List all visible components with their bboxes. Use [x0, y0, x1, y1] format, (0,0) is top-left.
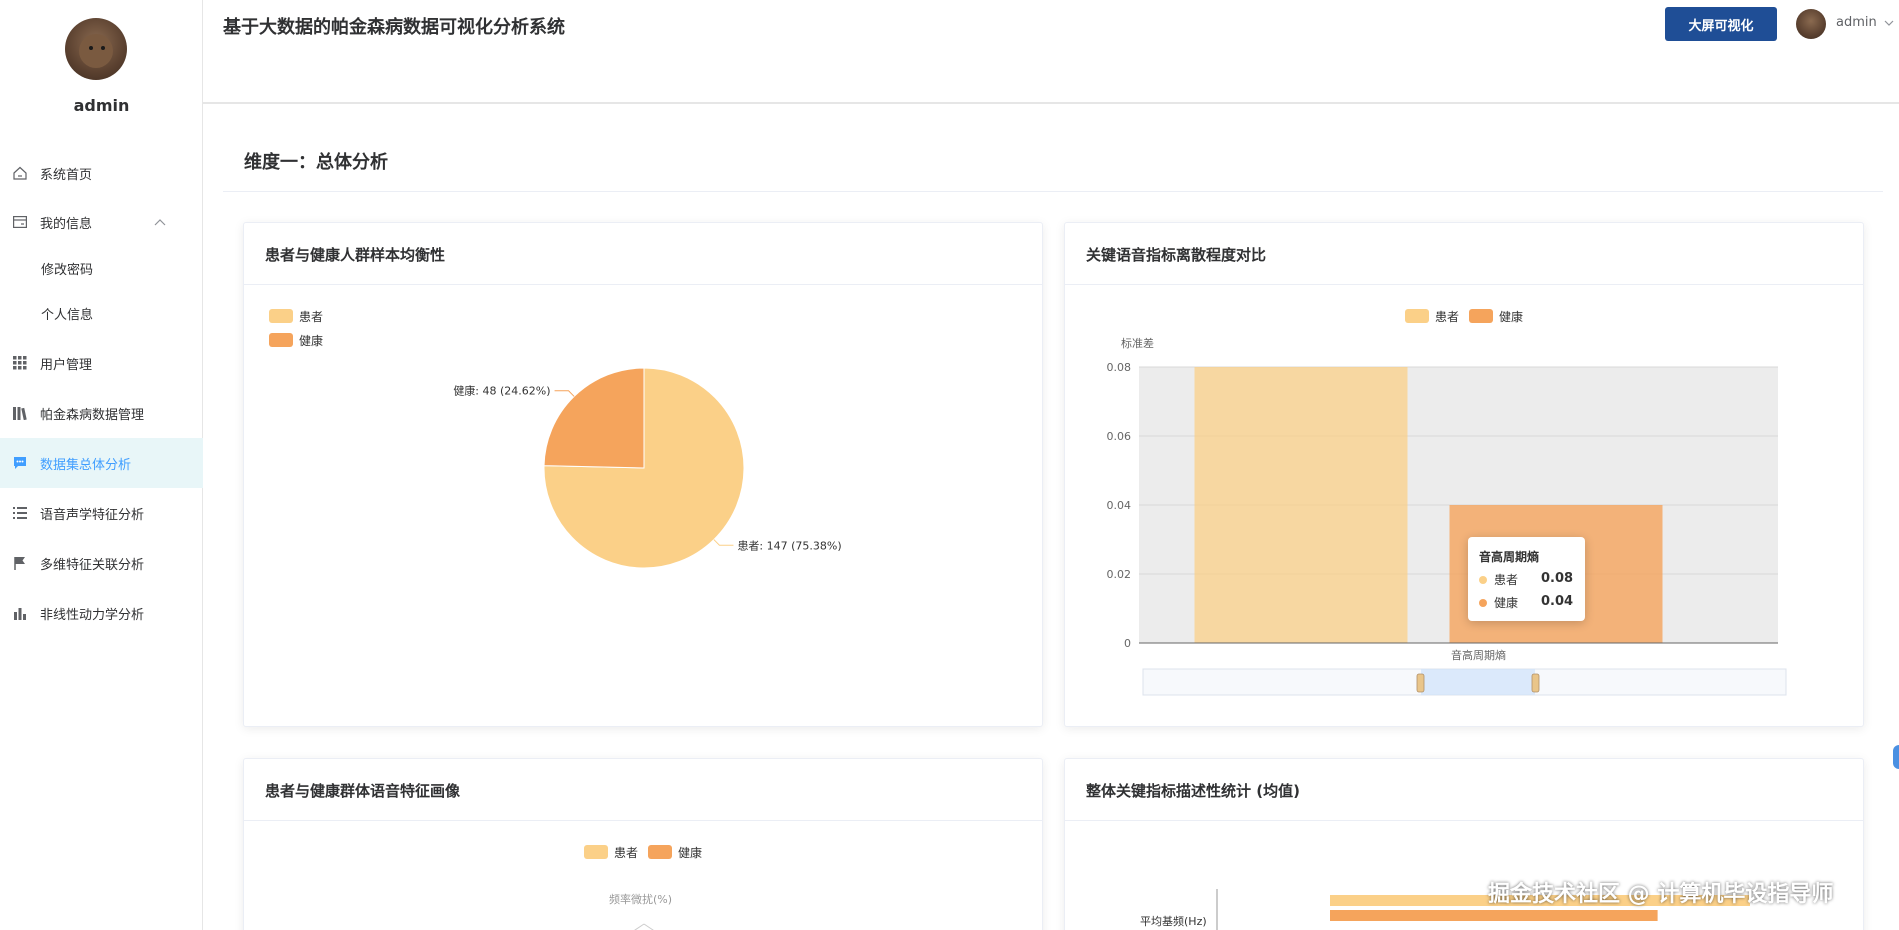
chevron-up-icon[interactable] — [154, 218, 166, 226]
pie-label-0: 患者: 147 (75.38%) — [737, 539, 841, 552]
tooltip-series-name: 患者 — [1494, 573, 1519, 587]
radar-indicator-label: 频率微扰(%) — [609, 893, 673, 906]
bar-0 — [1194, 367, 1408, 643]
pie-label-line-1 — [554, 390, 575, 397]
tooltip-value: 0.04 — [1541, 594, 1574, 609]
sidebar-item-user-management[interactable]: 用户管理 — [0, 338, 203, 388]
bar-chart-icon — [12, 605, 28, 621]
sidebar-item-label: 用户管理 — [40, 357, 93, 373]
y-tick-label: 0.02 — [1107, 568, 1132, 581]
bar-chart-card: 关键语音指标离散程度对比 患者 健康 0 0.02 0.04 0.06 0.08 标准差音… — [1064, 222, 1864, 727]
sidebar-item-profile[interactable]: 个人信息 — [0, 288, 203, 338]
pie-slice-1 — [543, 367, 645, 469]
chevron-down-icon[interactable] — [1884, 20, 1894, 26]
scroll-handle[interactable] — [1893, 745, 1899, 769]
sidebar-item-dataset-overview[interactable]: 数据集总体分析 — [0, 438, 203, 488]
books-icon — [12, 405, 28, 421]
legend-label-healthy[interactable]: 健康 — [678, 844, 702, 861]
tooltip-value: 0.08 — [1541, 571, 1574, 586]
pie-label-line-0 — [713, 539, 734, 546]
sidebar-item-label: 数据集总体分析 — [40, 457, 132, 473]
watermark: 掘金技术社区 @ 计算机毕设指导师 — [1488, 882, 1834, 907]
id-card-icon — [12, 214, 28, 230]
card-title: 患者与健康群体语音特征画像 — [265, 782, 461, 800]
chart-tooltip: 音高周期熵 患者 0.08 健康 0.04 — [1468, 537, 1585, 621]
y-tick-label: 0 — [1124, 637, 1131, 650]
sidebar-item-correlation-analysis[interactable]: 多维特征关联分析 — [0, 538, 203, 588]
tooltip-dot — [1479, 576, 1487, 584]
grid-icon — [12, 355, 28, 371]
datazoom-handle-right — [1531, 673, 1540, 693]
tooltip-series-name: 健康 — [1494, 596, 1519, 610]
card-header: 关键语音指标离散程度对比 — [1065, 223, 1863, 285]
home-icon — [12, 165, 28, 181]
card-title: 患者与健康人群样本均衡性 — [265, 246, 446, 264]
sidebar-item-home[interactable]: 系统首页 — [0, 148, 203, 198]
datazoom-window — [1421, 669, 1535, 695]
y-tick-label: 0.08 — [1107, 361, 1132, 374]
y-tick-label: 0.04 — [1107, 499, 1132, 512]
card-title: 整体关键指标描述性统计 (均值) — [1086, 782, 1300, 800]
x-tick-label: 音高周期熵 — [1451, 648, 1506, 662]
section-divider — [223, 191, 1883, 192]
y-tick-label: 0.06 — [1107, 430, 1132, 443]
pie-chart: 患者: 147 (75.38%) 健康: 48 (24.62%) — [453, 367, 842, 569]
card-header: 患者与健康人群样本均衡性 — [244, 223, 1042, 285]
sidebar-username: admin — [73, 96, 130, 115]
y-axis-label: 标准差 — [1121, 336, 1154, 350]
sidebar-item-label: 语音声学特征分析 — [40, 507, 145, 523]
sidebar-item-label: 帕金森病数据管理 — [40, 407, 145, 423]
tooltip-row: 健康 0.04 — [1479, 594, 1579, 612]
chat-icon — [12, 455, 28, 471]
stats-bar-1 — [1330, 910, 1658, 921]
section-title: 维度一：总体分析 — [244, 152, 388, 173]
legend-swatch-patient[interactable] — [584, 845, 608, 859]
avatar-eye — [89, 46, 93, 50]
header-username[interactable]: admin — [1836, 15, 1877, 30]
sidebar-item-my-info[interactable]: 我的信息 — [0, 197, 203, 247]
sidebar-item-label: 系统首页 — [40, 167, 93, 183]
card-title: 关键语音指标离散程度对比 — [1086, 246, 1267, 264]
flag-icon — [12, 555, 28, 571]
legend-label-patient[interactable]: 患者 — [614, 844, 638, 861]
sidebar-item-nonlinear-analysis[interactable]: 非线性动力学分析 — [0, 588, 203, 638]
radar-chart — [634, 923, 654, 930]
sidebar-item-acoustic-analysis[interactable]: 语音声学特征分析 — [0, 488, 203, 538]
header-avatar[interactable] — [1796, 9, 1826, 39]
sidebar-item-label: 修改密码 — [41, 262, 94, 278]
avatar-face — [79, 34, 113, 68]
legend-swatch-healthy[interactable] — [648, 845, 672, 859]
big-screen-button[interactable]: 大屏可视化 — [1665, 7, 1777, 41]
list-icon — [12, 505, 28, 521]
tooltip-row: 患者 0.08 — [1479, 571, 1579, 589]
tooltip-dot — [1479, 599, 1487, 607]
page-title: 基于大数据的帕金森病数据可视化分析系统 — [223, 17, 565, 38]
sidebar-item-parkinson-data[interactable]: 帕金森病数据管理 — [0, 388, 203, 438]
avatar-eye — [101, 46, 105, 50]
datazoom-handle-left — [1416, 673, 1425, 693]
card-header: 患者与健康群体语音特征画像 — [244, 759, 1042, 821]
tooltip-title: 音高周期熵 — [1479, 550, 1540, 564]
radar-chart-card: 患者与健康群体语音特征画像 患者 健康 频率微扰(%) — [243, 758, 1043, 930]
card-header: 整体关键指标描述性统计 (均值) — [1065, 759, 1863, 821]
sidebar-item-change-password[interactable]: 修改密码 — [0, 243, 203, 293]
avatar[interactable] — [65, 18, 127, 80]
bar-chart: 0 0.02 0.04 0.06 0.08 标准差音高周期熵 — [1107, 336, 1787, 696]
sidebar-item-label: 多维特征关联分析 — [40, 557, 145, 573]
sidebar: admin 系统首页 我的信息 修改密码 个人信息 用户管理 帕金森病数据管理 — [0, 0, 203, 930]
sidebar-item-label: 我的信息 — [40, 216, 93, 232]
pie-chart-card: 患者与健康人群样本均衡性 患者 健康 患者: 147 (75.38%) 健康: 4… — [243, 222, 1043, 727]
sidebar-item-label: 非线性动力学分析 — [40, 607, 145, 623]
pie-label-1: 健康: 48 (24.62%) — [453, 384, 550, 398]
sidebar-item-label: 个人信息 — [41, 307, 94, 323]
top-header: 基于大数据的帕金森病数据可视化分析系统 大屏可视化 admin — [203, 0, 1899, 104]
